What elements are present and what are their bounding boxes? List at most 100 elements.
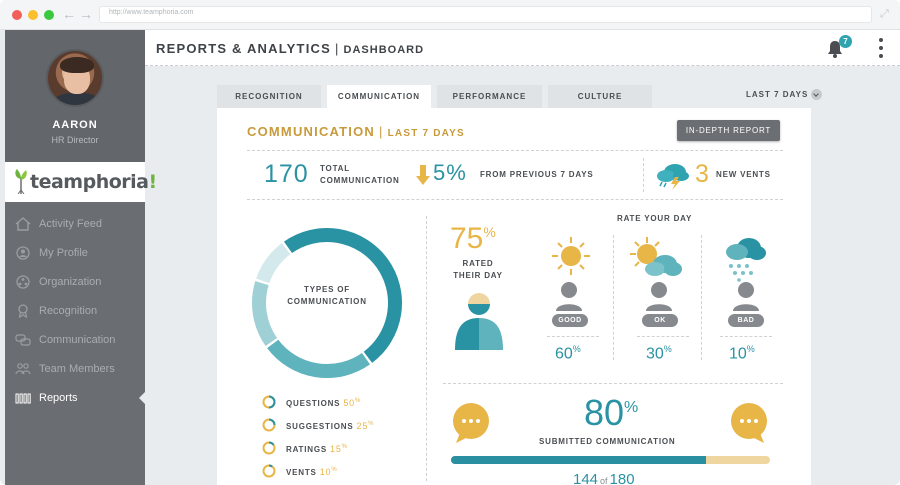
- donut-slice-vents: [256, 243, 291, 284]
- speech-bubble-icon: [731, 403, 767, 443]
- sidebar-item-my-profile[interactable]: My Profile: [5, 239, 145, 268]
- donut-label-line1: TYPES OF: [304, 285, 350, 294]
- legend-label: QUESTIONS: [286, 399, 341, 408]
- page-title: REPORTS & ANALYTICS | DASHBOARD: [156, 41, 425, 56]
- mood-badge-good: GOOD: [552, 314, 588, 327]
- sidebar-item-communication[interactable]: Communication: [5, 326, 145, 355]
- panel-title: COMMUNICATION | LAST 7 DAYS: [247, 124, 465, 139]
- mood-value-good: 60: [555, 345, 573, 363]
- sidebar: AARON HR Director teamphoria! Activity F…: [5, 30, 157, 485]
- new-vents-label: NEW VENTS: [716, 170, 771, 179]
- forward-arrow-icon[interactable]: →: [79, 6, 93, 22]
- active-indicator: [139, 392, 145, 404]
- ring-icon: [262, 441, 276, 455]
- in-depth-report-button[interactable]: IN-DEPTH REPORT: [677, 120, 780, 141]
- minimize-window-button[interactable]: [28, 10, 38, 20]
- sidebar-item-label: Organization: [39, 276, 102, 288]
- legend-value: 10: [319, 467, 332, 477]
- new-vents-value: 3: [695, 160, 710, 188]
- panel-title-period: LAST 7 DAYS: [387, 128, 465, 139]
- sidebar-item-label: My Profile: [39, 247, 88, 259]
- arrow-down-icon: [416, 165, 430, 185]
- sidebar-nav: Activity Feed My Profile Organization Re…: [5, 210, 145, 413]
- rain-cloud-icon: [726, 238, 766, 282]
- divider: [701, 235, 702, 360]
- chevron-down-icon[interactable]: [811, 89, 822, 100]
- divider: [443, 383, 783, 384]
- sidebar-item-label: Communication: [39, 334, 116, 346]
- total-label-line2: COMMUNICATION: [320, 176, 400, 185]
- close-window-button[interactable]: [12, 10, 22, 20]
- more-menu-icon[interactable]: [878, 38, 884, 60]
- sidebar-item-reports[interactable]: Reports: [5, 384, 145, 413]
- browser-chrome: ← → http://www.teamphoria.com ⤢: [0, 0, 900, 30]
- notification-badge: 7: [839, 35, 852, 48]
- person-icon: [455, 293, 503, 350]
- legend-label: VENTS: [286, 468, 317, 477]
- tab-culture[interactable]: CULTURE: [548, 85, 652, 108]
- change-label: FROM PREVIOUS 7 DAYS: [480, 170, 594, 179]
- divider: [247, 150, 783, 151]
- back-arrow-icon[interactable]: ←: [62, 6, 76, 22]
- donut-label-line2: COMMUNICATION: [287, 297, 367, 306]
- donut-slice-suggestions: [267, 339, 371, 378]
- bar-chart-icon: [15, 393, 31, 404]
- sidebar-item-label: Activity Feed: [39, 218, 102, 230]
- mood-badge-bad: BAD: [728, 314, 764, 327]
- mood-value-bad: 10: [729, 345, 747, 363]
- rated-label-line1: RATED: [462, 259, 494, 268]
- rate-your-day-title: RATE YOUR DAY: [617, 214, 693, 223]
- legend-value: 50: [343, 398, 355, 408]
- browser-window: ← → http://www.teamphoria.com ⤢ AARON HR…: [0, 0, 900, 485]
- rated-value: 75: [450, 222, 484, 255]
- tab-performance[interactable]: PERFORMANCE: [437, 85, 542, 108]
- tab-recognition[interactable]: RECOGNITION: [217, 85, 321, 108]
- tab-communication[interactable]: COMMUNICATION: [327, 85, 431, 108]
- legend-label: SUGGESTIONS: [286, 422, 354, 431]
- user-role: HR Director: [51, 135, 99, 145]
- communication-panel: COMMUNICATION | LAST 7 DAYS IN-DEPTH REPOR…: [217, 108, 811, 485]
- logo-bang: !: [148, 171, 157, 193]
- ring-icon: [262, 395, 276, 409]
- home-icon: [15, 217, 31, 231]
- user-icon: [16, 246, 30, 260]
- progress-fill: [451, 456, 707, 464]
- ring-icon: [262, 418, 276, 432]
- page-title-main: REPORTS & ANALYTICS: [156, 41, 331, 56]
- sidebar-item-activity-feed[interactable]: Activity Feed: [5, 210, 145, 239]
- total-label-line1: TOTAL: [320, 164, 350, 173]
- user-name: AARON: [52, 119, 98, 131]
- expand-icon[interactable]: ⤢: [880, 8, 889, 21]
- submitted-label: SUBMITTED COMMUNICATION: [539, 437, 676, 446]
- change-value: 5%: [433, 160, 467, 185]
- sidebar-item-label: Recognition: [39, 305, 98, 317]
- donut-slice-ratings: [252, 281, 278, 347]
- sidebar-item-team-members[interactable]: Team Members: [5, 355, 145, 384]
- period-selector[interactable]: LAST 7 DAYS: [746, 90, 808, 99]
- panel-title-main: COMMUNICATION: [247, 124, 376, 139]
- avatar[interactable]: [46, 49, 104, 107]
- sidebar-item-label: Team Members: [39, 363, 115, 375]
- submitted-count: 144: [573, 471, 599, 485]
- chat-icon: [15, 334, 31, 346]
- partly-cloudy-icon: [630, 237, 682, 276]
- page-title-sub: DASHBOARD: [343, 44, 425, 56]
- brand-logo[interactable]: teamphoria!: [5, 162, 157, 202]
- ring-icon: [262, 464, 276, 478]
- total-communication-value: 170: [264, 160, 309, 188]
- mood-value-ok: 30: [646, 345, 664, 363]
- submitted-progress-bar: [451, 456, 770, 464]
- mood-badge-ok: OK: [642, 314, 678, 327]
- address-bar[interactable]: http://www.teamphoria.com: [99, 6, 872, 23]
- sidebar-item-recognition[interactable]: Recognition: [5, 297, 145, 326]
- logo-text: teamphoria: [30, 171, 149, 193]
- org-icon: [16, 275, 30, 289]
- legend-value: 25: [356, 421, 369, 431]
- award-icon: [18, 304, 28, 318]
- maximize-window-button[interactable]: [44, 10, 54, 20]
- speech-bubble-icon: [453, 403, 489, 443]
- sun-icon: [552, 237, 590, 275]
- divider: [613, 235, 614, 360]
- sidebar-item-organization[interactable]: Organization: [5, 268, 145, 297]
- legend-label: RATINGS: [286, 445, 328, 454]
